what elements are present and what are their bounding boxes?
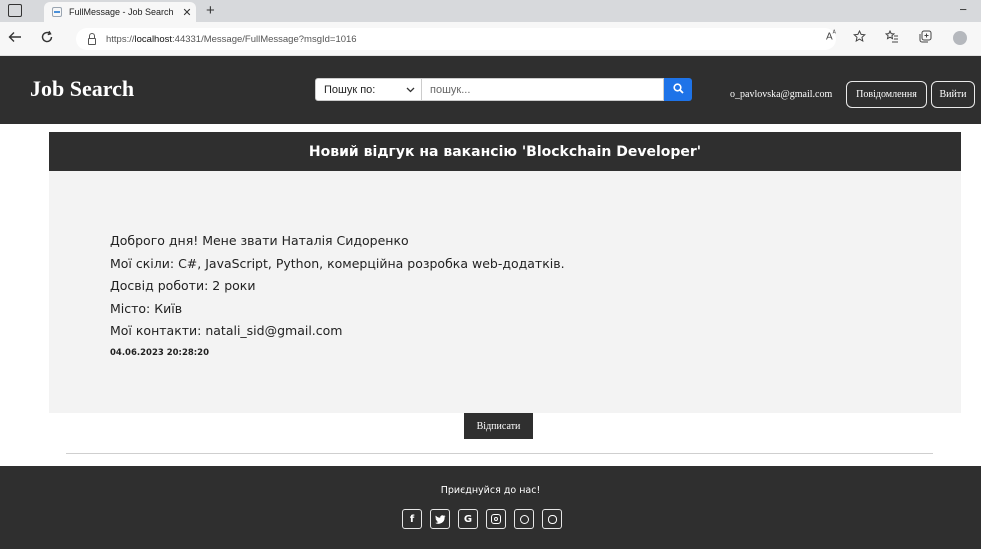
facebook-icon[interactable]: f — [402, 509, 422, 529]
search-input[interactable]: пошук... — [422, 78, 664, 101]
whatsapp-icon[interactable] — [514, 509, 534, 529]
url-text: https://localhost:44331/Message/FullMess… — [106, 33, 357, 45]
messages-button[interactable]: Повідомлення — [846, 81, 927, 108]
message-line: Мої контакти: natali_sid@gmail.com — [110, 323, 343, 338]
refresh-icon[interactable] — [40, 30, 54, 47]
profile-avatar-icon[interactable] — [953, 31, 967, 45]
search-bar: Пошук по: пошук... — [315, 78, 692, 101]
message-line: Доброго дня! Мене звати Наталія Сидоренк… — [110, 233, 409, 248]
lock-icon[interactable] — [88, 32, 96, 45]
unsubscribe-button[interactable]: Відписати — [464, 413, 533, 439]
message-body: Доброго дня! Мене звати Наталія Сидоренк… — [49, 171, 961, 413]
twitter-icon[interactable] — [430, 509, 450, 529]
logout-button[interactable]: Вийти — [931, 81, 975, 108]
minimize-icon[interactable]: − — [959, 2, 967, 17]
user-email: o_pavlovska@gmail.com — [730, 89, 833, 100]
divider — [66, 453, 933, 454]
url-field[interactable]: https://localhost:44331/Message/FullMess… — [76, 28, 836, 50]
search-by-label: Пошук по: — [324, 83, 376, 96]
address-bar: https://localhost:44331/Message/FullMess… — [0, 22, 981, 56]
back-icon[interactable] — [8, 30, 22, 47]
site-brand[interactable]: Job Search — [30, 76, 134, 102]
read-aloud-icon[interactable]: Aᴬ — [826, 30, 836, 42]
favorite-star-icon[interactable] — [853, 29, 866, 46]
social-links: f G — [402, 509, 562, 529]
skype-icon[interactable] — [542, 509, 562, 529]
chevron-down-icon — [406, 84, 415, 96]
message-title: Новий відгук на вакансію 'Blockchain Dev… — [49, 132, 961, 171]
new-tab-icon[interactable]: + — [206, 2, 215, 20]
message-date: 04.06.2023 20:28:20 — [110, 348, 210, 358]
browser-tab[interactable]: FullMessage - Job Search ✕ — [44, 2, 196, 22]
message-line: Досвід роботи: 2 роки — [110, 278, 256, 293]
message-line: Мої скіли: C#, JavaScript, Python, комер… — [110, 256, 565, 271]
tab-actions-icon[interactable] — [8, 4, 22, 17]
favorites-icon[interactable] — [884, 29, 899, 46]
favicon-icon — [52, 7, 62, 17]
google-icon[interactable]: G — [458, 509, 478, 529]
search-by-select[interactable]: Пошук по: — [315, 78, 422, 101]
search-button[interactable] — [664, 78, 692, 101]
tab-title: FullMessage - Job Search — [69, 7, 174, 17]
site-footer: Приєднуйся до нас! f G — [0, 466, 981, 549]
tab-close-icon[interactable]: ✕ — [178, 6, 196, 19]
browser-tab-strip: FullMessage - Job Search ✕ + − — [0, 0, 981, 22]
instagram-icon[interactable] — [486, 509, 506, 529]
collections-icon[interactable] — [919, 30, 932, 46]
site-header: Job Search Пошук по: пошук... o_pavlovsk… — [0, 56, 981, 124]
search-icon — [672, 82, 684, 97]
join-us-text: Приєднуйся до нас! — [440, 485, 541, 496]
message-line: Місто: Київ — [110, 301, 183, 316]
